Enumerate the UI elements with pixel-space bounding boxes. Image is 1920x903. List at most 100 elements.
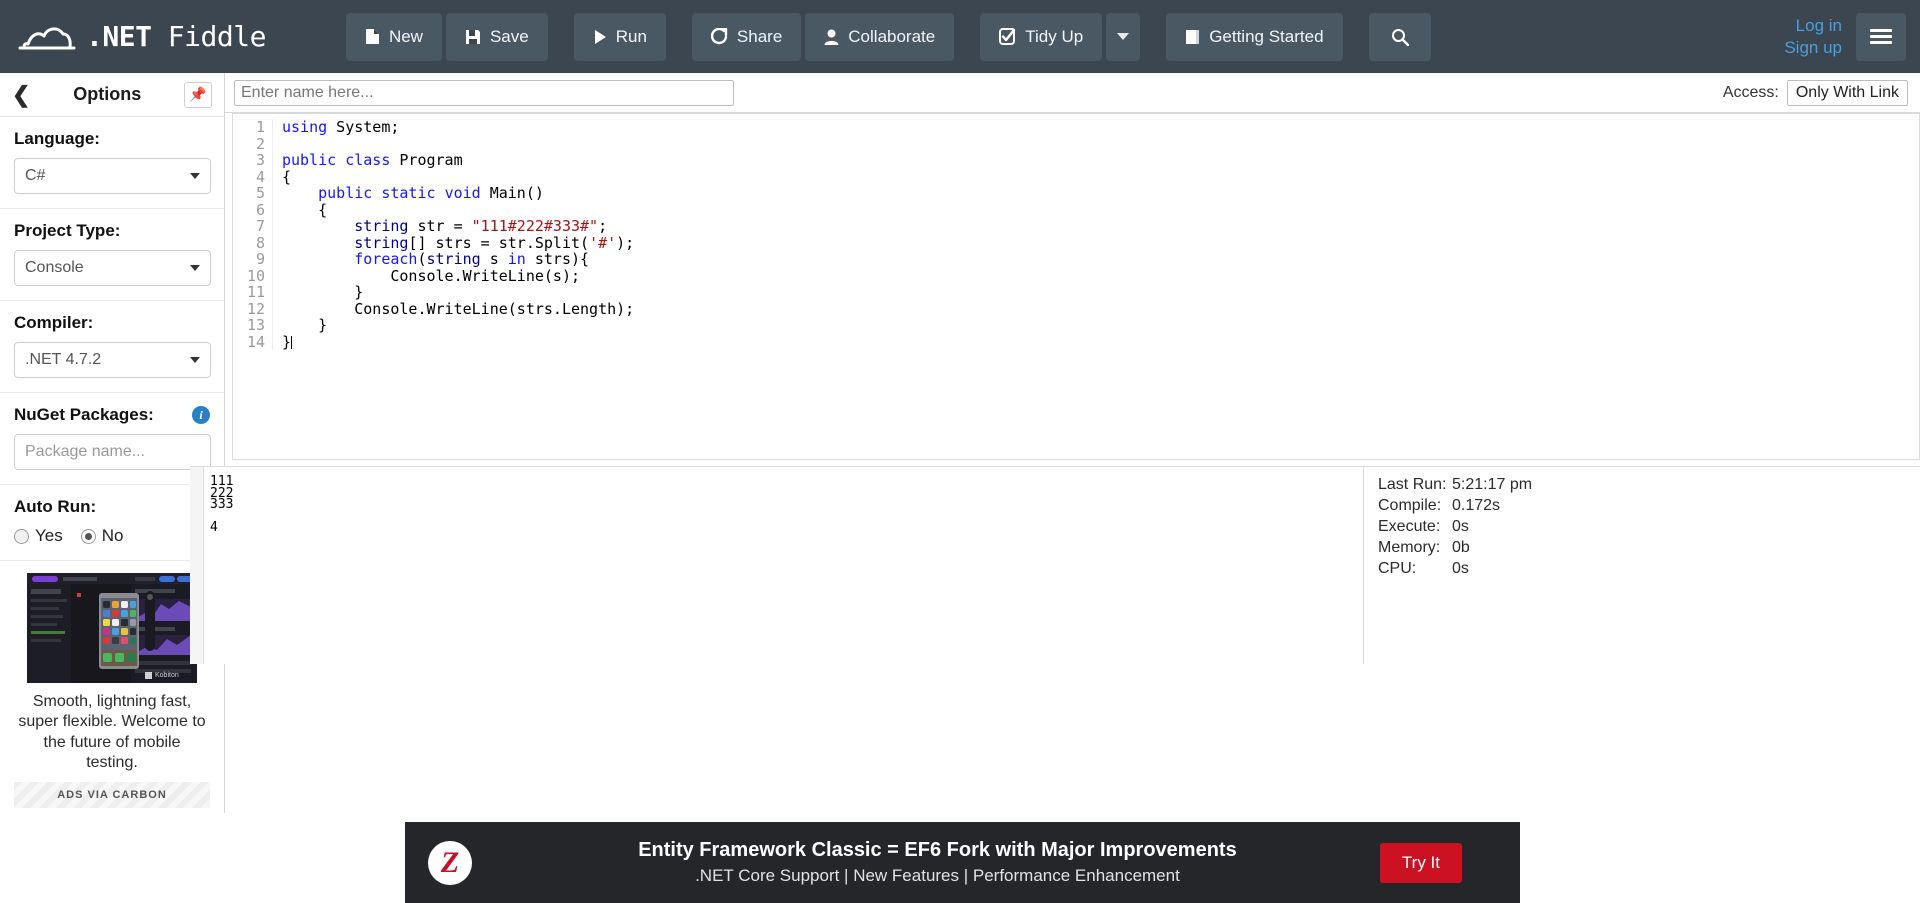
line-number: 8 [255, 233, 265, 252]
info-icon[interactable]: i [192, 406, 210, 424]
sidebar-header: ❮ Options 📌 [0, 73, 224, 117]
line-number: 11 [246, 283, 265, 301]
menu-button[interactable] [1856, 12, 1906, 61]
access-label: Access: [1722, 83, 1779, 101]
project-type-select[interactable]: Console [14, 250, 211, 286]
line-number: 10 [246, 266, 265, 285]
pin-icon[interactable]: 📌 [184, 81, 212, 108]
auto-run-yes-radio[interactable]: Yes [14, 526, 63, 546]
chevron-down-icon [190, 173, 200, 179]
getting-started-button-label: Getting Started [1209, 26, 1324, 46]
search-icon [1391, 28, 1409, 46]
tidy-up-button-label: Tidy Up [1025, 26, 1084, 46]
project-type-value: Console [25, 259, 84, 276]
output-panel: 111 222 333 4 Last Run: 5:21:17 pm Compi… [190, 466, 1920, 664]
new-button[interactable]: New [345, 12, 442, 61]
nav-button-group: New Save Run Share Collaborate Tidy Up G… [345, 0, 1435, 73]
code-content[interactable]: using System; public class Program { pub… [273, 119, 1919, 350]
ad-subline: .NET Core Support | New Features | Perfo… [695, 866, 1180, 885]
stat-value: 0s [1452, 560, 1469, 577]
run-button[interactable]: Run [573, 12, 666, 61]
ad-copy: Entity Framework Classic = EF6 Fork with… [495, 839, 1380, 886]
radio-dot-yes [14, 528, 29, 544]
project-type-section: Project Type: Console [0, 209, 224, 301]
line-number: 3 [255, 151, 265, 169]
top-navbar: .NET Fiddle New Save Run Share Collabora… [0, 0, 1920, 73]
auto-run-radio-group: Yes No [14, 526, 210, 546]
save-icon [465, 29, 481, 45]
brand-fiddle: Fiddle [151, 20, 267, 53]
file-icon [365, 28, 380, 45]
line-number: 7 [255, 217, 265, 235]
tidy-up-button[interactable]: Tidy Up [980, 12, 1103, 61]
compiler-label: Compiler: [14, 313, 94, 332]
brand-net: .NET [86, 20, 152, 53]
stat-key: Memory: [1378, 539, 1441, 556]
access-control: Access: Only With Link [1722, 79, 1908, 106]
compiler-select[interactable]: .NET 4.7.2 [14, 342, 211, 378]
stat-row: Execute: 0s [1378, 518, 1920, 536]
share-button[interactable]: Share [691, 12, 802, 61]
login-link[interactable]: Log in [1796, 15, 1842, 36]
auto-run-no-radio[interactable]: No [80, 526, 123, 546]
line-number: 2 [255, 134, 265, 153]
brand-title: .NET Fiddle [86, 20, 266, 53]
play-icon [593, 29, 607, 45]
brand-logo-area[interactable]: .NET Fiddle [18, 0, 266, 73]
fiddle-name-bar: Access: Only With Link [225, 73, 1920, 113]
nav-right-area: Log in Sign up [1784, 0, 1906, 73]
auth-links: Log in Sign up [1784, 15, 1842, 58]
stat-value: 0b [1452, 539, 1470, 556]
chevron-left-icon[interactable]: ❮ [12, 83, 30, 106]
language-select[interactable]: C# [14, 158, 211, 194]
stat-row: Memory: 0b [1378, 539, 1920, 557]
save-button-label: Save [489, 26, 529, 46]
access-select[interactable]: Only With Link [1786, 79, 1908, 106]
new-button-label: New [388, 26, 423, 46]
options-sidebar: ❮ Options 📌 Language: C# Project Type: C… [0, 73, 225, 813]
stat-value: 5:21:17 pm [1452, 476, 1533, 493]
output-console[interactable]: 111 222 333 4 [204, 467, 1364, 664]
compiler-section: Compiler: .NET 4.7.2 [0, 301, 224, 393]
nuget-label-row: NuGet Packages: i [14, 405, 210, 425]
language-value: C# [25, 167, 46, 184]
signup-link[interactable]: Sign up [1784, 37, 1842, 58]
line-number: 12 [246, 299, 265, 318]
code-area: 1 2 3 4 5 6 7 8 9 10 11 12 13 14 using S… [233, 114, 1919, 350]
code-editor[interactable]: 1 2 3 4 5 6 7 8 9 10 11 12 13 14 using S… [232, 113, 1920, 460]
radio-dot-no [80, 528, 96, 544]
stat-key: Last Run: [1378, 476, 1447, 493]
stat-value: 0.172s [1452, 497, 1501, 514]
stat-row: CPU: 0s [1378, 560, 1920, 578]
sidebar-title: Options [73, 84, 142, 104]
fiddle-name-input[interactable] [234, 79, 734, 106]
language-label: Language: [14, 129, 100, 148]
stat-row: Compile: 0.172s [1378, 497, 1920, 515]
run-button-label: Run [615, 26, 647, 46]
chevron-down-icon [190, 357, 200, 363]
user-icon [824, 29, 839, 45]
line-number: 6 [255, 200, 265, 219]
hamburger-icon [1870, 26, 1892, 47]
line-number-gutter: 1 2 3 4 5 6 7 8 9 10 11 12 13 14 [233, 119, 273, 350]
auto-run-yes-label: Yes [35, 526, 63, 545]
getting-started-button[interactable]: Getting Started [1166, 12, 1343, 61]
try-it-button[interactable]: Try It [1379, 842, 1462, 883]
save-button[interactable]: Save [445, 12, 548, 61]
project-type-label: Project Type: [14, 221, 121, 240]
tidy-up-dropdown-button[interactable] [1106, 12, 1141, 61]
chevron-down-icon [190, 265, 200, 271]
collaborate-button[interactable]: Collaborate [805, 12, 955, 61]
bottom-ad-banner[interactable]: Z Entity Framework Classic = EF6 Fork wi… [405, 822, 1520, 903]
share-button-label: Share [736, 26, 783, 46]
stat-key: Execute: [1378, 518, 1441, 535]
ad-logo: Z [405, 840, 495, 885]
stat-key: Compile: [1378, 497, 1442, 514]
stat-row: Last Run: 5:21:17 pm [1378, 476, 1920, 494]
nuget-package-input[interactable] [14, 434, 211, 470]
book-icon [1185, 29, 1200, 45]
search-button[interactable] [1368, 12, 1431, 61]
line-number: 14 [246, 332, 265, 351]
line-number: 13 [246, 316, 265, 334]
language-section: Language: C# [0, 117, 224, 209]
